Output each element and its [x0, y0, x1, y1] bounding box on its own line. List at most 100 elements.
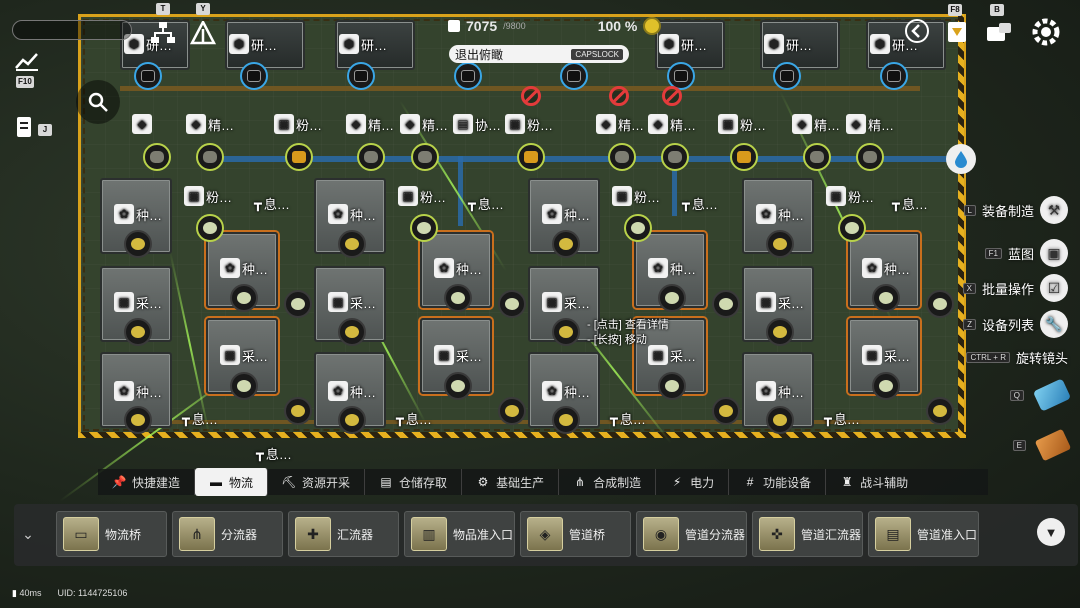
item-orb[interactable]	[658, 372, 686, 400]
item-pipe-merger[interactable]: ✜ 管道汇流器	[752, 511, 863, 557]
item-orb[interactable]	[552, 318, 580, 346]
item-orb[interactable]	[196, 143, 224, 171]
item-orb[interactable]	[766, 406, 794, 434]
item-orb[interactable]	[552, 406, 580, 434]
item-orb[interactable]	[658, 284, 686, 312]
tower-icon: ♜	[841, 475, 853, 489]
refine-icon: ◆	[648, 114, 668, 134]
water-button[interactable]	[946, 144, 976, 174]
item-orb[interactable]	[552, 230, 580, 258]
item-orb[interactable]	[410, 214, 438, 242]
item-orb[interactable]	[230, 284, 258, 312]
item-orb[interactable]	[338, 230, 366, 258]
category-resource-mining[interactable]: ⛏ 资源开采	[268, 469, 366, 495]
settings-button[interactable]	[1026, 12, 1066, 52]
item-orb[interactable]	[856, 143, 884, 171]
item-orb[interactable]	[661, 143, 689, 171]
category-synthesis[interactable]: ⋔ 合成制造	[559, 469, 657, 495]
refine-icon: ◆	[132, 114, 152, 134]
no-power-icon	[662, 86, 682, 106]
item-orb[interactable]	[773, 62, 801, 90]
item-pipe-entry[interactable]: ▤ 管道准入口	[868, 511, 979, 557]
item-orb[interactable]	[803, 143, 831, 171]
item-merger[interactable]: ✚ 汇流器	[288, 511, 399, 557]
objective-bar[interactable]	[12, 20, 132, 40]
item-orb[interactable]	[560, 62, 588, 90]
item-orb[interactable]	[926, 290, 954, 318]
right-menu-e-tool[interactable]: E	[1012, 428, 1072, 462]
item-orb[interactable]	[444, 372, 472, 400]
grid-icon: #	[746, 475, 754, 489]
item-orb[interactable]	[134, 62, 162, 90]
item-orb[interactable]	[124, 406, 152, 434]
exit-overview-button[interactable]: 退出俯瞰 CAPSLOCK	[449, 45, 629, 63]
category-function-devices[interactable]: # 功能设备	[729, 469, 827, 495]
stats-button[interactable]	[10, 44, 44, 78]
item-orb[interactable]	[230, 372, 258, 400]
item-orb[interactable]	[284, 397, 312, 425]
machine-label: ◆	[132, 114, 152, 134]
category-combat-support[interactable]: ♜ 战斗辅助	[826, 469, 922, 495]
right-menu-device-list[interactable]: Z 设备列表 🔧	[963, 310, 1068, 338]
inventory-button[interactable]	[982, 14, 1016, 48]
item-orb[interactable]	[517, 143, 545, 171]
item-orb[interactable]	[240, 62, 268, 90]
machine-label: ✿ 种…	[756, 381, 804, 401]
item-orb[interactable]	[712, 290, 740, 318]
item-orb[interactable]	[338, 318, 366, 346]
item-pipe-bridge[interactable]: ◈ 管道桥	[520, 511, 631, 557]
category-power[interactable]: ⚡ 电力	[656, 469, 730, 495]
item-orb[interactable]	[872, 284, 900, 312]
item-logistics-bridge[interactable]: ▭ 物流桥	[56, 511, 167, 557]
item-orb[interactable]	[766, 230, 794, 258]
item-orb[interactable]	[712, 397, 740, 425]
right-menu-blueprint[interactable]: F1 蓝图 ▣	[984, 239, 1068, 267]
item-orb[interactable]	[285, 143, 313, 171]
right-menu-equipment[interactable]: L 装备制造 ⚒	[963, 196, 1068, 224]
right-menu-batch[interactable]: X 批量操作 ☑	[962, 274, 1068, 302]
hazard-border-bottom	[78, 432, 966, 438]
tech-tree-button[interactable]	[146, 16, 180, 50]
map-search-button[interactable]	[76, 80, 120, 124]
item-orb[interactable]	[766, 318, 794, 346]
item-orb[interactable]	[838, 214, 866, 242]
item-pipe-splitter[interactable]: ◉ 管道分流器	[636, 511, 747, 557]
category-quick-build[interactable]: 📌 快捷建造	[98, 469, 196, 495]
right-menu-rotate-camera[interactable]: CTRL + R 旋转镜头	[966, 348, 1068, 367]
item-orb[interactable]	[926, 397, 954, 425]
item-orb[interactable]	[444, 284, 472, 312]
category-logistics[interactable]: ▬ 物流	[195, 468, 269, 496]
back-button[interactable]	[900, 14, 934, 48]
item-orb[interactable]	[124, 230, 152, 258]
base-icon	[190, 21, 216, 45]
item-orb[interactable]	[498, 397, 526, 425]
item-orb[interactable]	[608, 143, 636, 171]
item-orb[interactable]	[357, 143, 385, 171]
item-orb[interactable]	[347, 62, 375, 90]
item-orb[interactable]	[284, 290, 312, 318]
category-storage[interactable]: ▤ 仓储存取	[365, 469, 463, 495]
item-orb[interactable]	[124, 318, 152, 346]
item-orb[interactable]	[411, 143, 439, 171]
machine-label: ✿ 种…	[434, 258, 482, 278]
right-menu-q-tool[interactable]: Q	[1009, 378, 1072, 412]
item-orb[interactable]	[454, 62, 482, 90]
filter-button[interactable]: ▼	[1037, 518, 1065, 546]
category-basic-production[interactable]: ⚙ 基础生产	[462, 469, 560, 495]
item-orb[interactable]	[498, 290, 526, 318]
crafting-button[interactable]	[940, 14, 974, 48]
item-entry-port[interactable]: ▥ 物品准入口	[404, 511, 515, 557]
item-orb[interactable]	[624, 214, 652, 242]
item-splitter[interactable]: ⋔ 分流器	[172, 511, 283, 557]
collapse-button[interactable]: ⌄	[14, 520, 42, 548]
item-orb[interactable]	[338, 406, 366, 434]
item-orb[interactable]	[196, 214, 224, 242]
item-orb[interactable]	[880, 62, 908, 90]
item-orb[interactable]	[872, 372, 900, 400]
blueprint-icon: ▣	[1040, 239, 1068, 267]
journal-button[interactable]	[8, 110, 42, 144]
info-tower-label: ┳ 息…	[682, 195, 718, 213]
item-orb[interactable]	[730, 143, 758, 171]
base-button[interactable]	[186, 16, 220, 50]
item-orb[interactable]	[143, 143, 171, 171]
